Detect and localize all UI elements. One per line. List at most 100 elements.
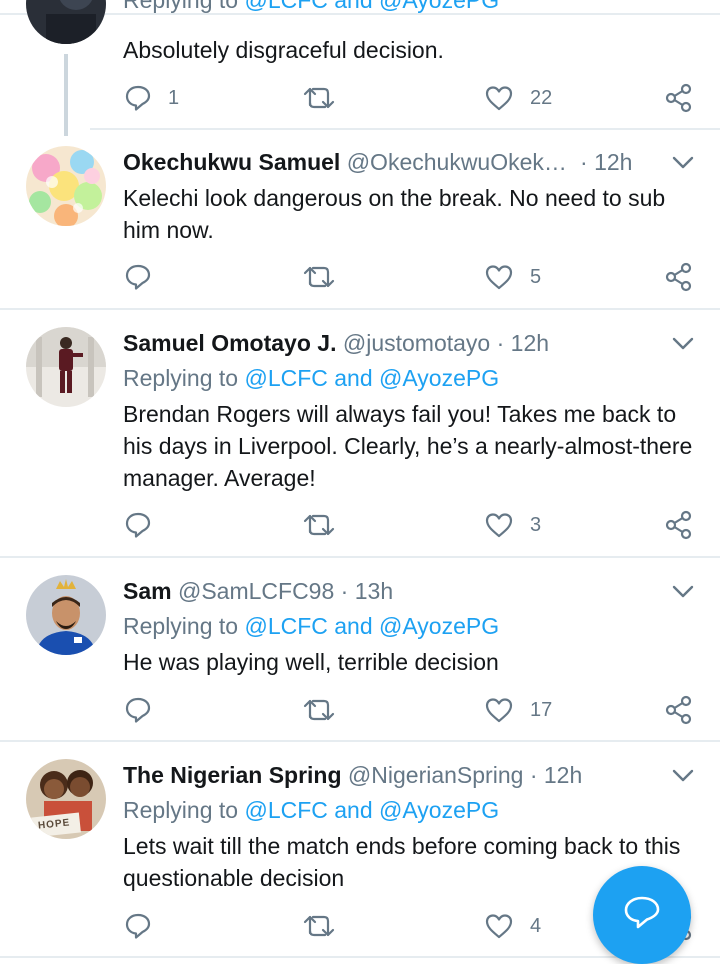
replying-to-handles[interactable]: @LCFC and @AyozePG [244, 365, 499, 391]
user-handle[interactable]: @OkechukwuOkek… [347, 149, 567, 175]
timestamp[interactable]: 12h [594, 149, 632, 175]
divider [0, 740, 720, 742]
share-icon [664, 510, 694, 540]
share-button[interactable] [664, 261, 694, 293]
tweet-header: Sam @SamLCFC98 · 13h [123, 575, 660, 607]
divider [0, 308, 720, 310]
retweet-button[interactable] [302, 509, 352, 541]
tweet-text: Brendan Rogers will always fail you! Tak… [123, 401, 693, 491]
replying-to-label: Replying to [123, 0, 239, 13]
compose-reply-button[interactable] [593, 866, 691, 964]
tweet-actions: 5 [0, 261, 720, 293]
display-name[interactable]: Sam [123, 578, 172, 604]
reply-icon [124, 263, 152, 291]
tweet-header: Samuel Omotayo J. @justomotayo · 12h [123, 327, 660, 359]
heart-icon [484, 912, 514, 940]
chevron-down-icon[interactable] [672, 769, 694, 783]
user-handle[interactable]: @justomotayo [343, 330, 490, 356]
replying-to-label: Replying to [123, 613, 239, 639]
display-name[interactable]: The Nigerian Spring [123, 762, 342, 788]
retweet-button[interactable] [302, 261, 352, 293]
divider [0, 956, 720, 958]
chevron-down-icon[interactable] [672, 156, 694, 170]
replying-to: Replying to @LCFC and @AyozePG [123, 610, 499, 642]
share-icon [664, 262, 694, 292]
like-count: 22 [530, 86, 553, 109]
tweet-actions: 1 22 [0, 82, 720, 114]
retweet-button[interactable] [302, 82, 352, 114]
like-button[interactable]: 22 [484, 82, 552, 114]
replying-to-label: Replying to [123, 797, 239, 823]
tweet-text: Absolutely disgraceful decision. [123, 37, 444, 63]
replying-to: Replying to @LCFC and @AyozePG [123, 362, 499, 394]
like-button[interactable]: 17 [484, 694, 552, 726]
reply-button[interactable] [124, 261, 168, 293]
tweet-time-wrap: · 12h [580, 146, 660, 178]
separator: · [529, 762, 538, 788]
share-button[interactable] [664, 694, 694, 726]
like-button[interactable]: 5 [484, 261, 541, 293]
tweet-header: The Nigerian Spring @NigerianSpring · 12… [123, 759, 660, 791]
timestamp[interactable]: 12h [544, 762, 582, 788]
reply-button[interactable]: 1 [124, 82, 179, 114]
retweet-icon [302, 263, 336, 291]
reply-icon [124, 84, 152, 112]
reply-button[interactable] [124, 509, 168, 541]
reply-button[interactable] [124, 694, 168, 726]
share-button[interactable] [664, 82, 694, 114]
share-icon [664, 83, 694, 113]
replying-to: Replying to @LCFC and @AyozePG [123, 794, 499, 826]
display-name[interactable]: Okechukwu Samuel [123, 149, 340, 175]
tweet-text: He was playing well, terrible decision [123, 649, 499, 675]
timestamp[interactable]: 13h [355, 578, 393, 604]
avatar[interactable] [26, 327, 106, 407]
user-handle[interactable]: @NigerianSpring [348, 762, 524, 788]
heart-icon [484, 696, 514, 724]
divider [90, 128, 720, 130]
like-count: 3 [530, 513, 542, 536]
tweet-actions: 3 [0, 509, 720, 541]
timestamp[interactable]: 12h [511, 330, 549, 356]
retweet-button[interactable] [302, 694, 352, 726]
tweet-header: Okechukwu Samuel @OkechukwuOkek… [123, 146, 590, 178]
retweet-icon [302, 912, 336, 940]
heart-icon [484, 263, 514, 291]
share-icon [664, 695, 694, 725]
separator: · [580, 149, 588, 175]
like-button[interactable]: 3 [484, 509, 541, 541]
reply-icon [124, 912, 152, 940]
heart-icon [484, 511, 514, 539]
like-count: 4 [530, 914, 542, 937]
user-handle[interactable]: @SamLCFC98 [178, 578, 334, 604]
heart-icon [484, 84, 514, 112]
tweet-actions: 17 [0, 694, 720, 726]
display-name[interactable]: Samuel Omotayo J. [123, 330, 336, 356]
retweet-icon [302, 511, 336, 539]
avatar[interactable] [26, 146, 106, 226]
replying-to-handles[interactable]: @LCFC and @AyozePG [244, 797, 499, 823]
avatar[interactable] [26, 575, 106, 655]
like-count: 5 [530, 265, 542, 288]
separator: · [496, 330, 505, 356]
tweet-text: Kelechi look dangerous on the break. No … [123, 185, 666, 243]
retweet-icon [302, 696, 336, 724]
reply-icon [124, 696, 152, 724]
divider [0, 556, 720, 558]
separator: · [340, 578, 349, 604]
chevron-down-icon[interactable] [672, 337, 694, 351]
replying-to-label: Replying to [123, 365, 239, 391]
replying-to: Replying to @LCFC and @AyozePG [123, 0, 499, 28]
reply-icon [124, 511, 152, 539]
replying-to-handles[interactable]: @LCFC and @AyozePG [244, 613, 499, 639]
avatar[interactable]: HOPE [26, 759, 106, 839]
retweet-button[interactable] [302, 910, 352, 942]
retweet-icon [302, 84, 336, 112]
reply-button[interactable] [124, 910, 168, 942]
like-count: 17 [530, 698, 553, 721]
like-button[interactable]: 4 [484, 910, 541, 942]
share-button[interactable] [664, 509, 694, 541]
chevron-down-icon[interactable] [672, 585, 694, 599]
replying-to-handles[interactable]: @LCFC and @AyozePG [244, 0, 499, 13]
avatar[interactable] [26, 0, 106, 44]
reply-count: 1 [168, 86, 180, 109]
